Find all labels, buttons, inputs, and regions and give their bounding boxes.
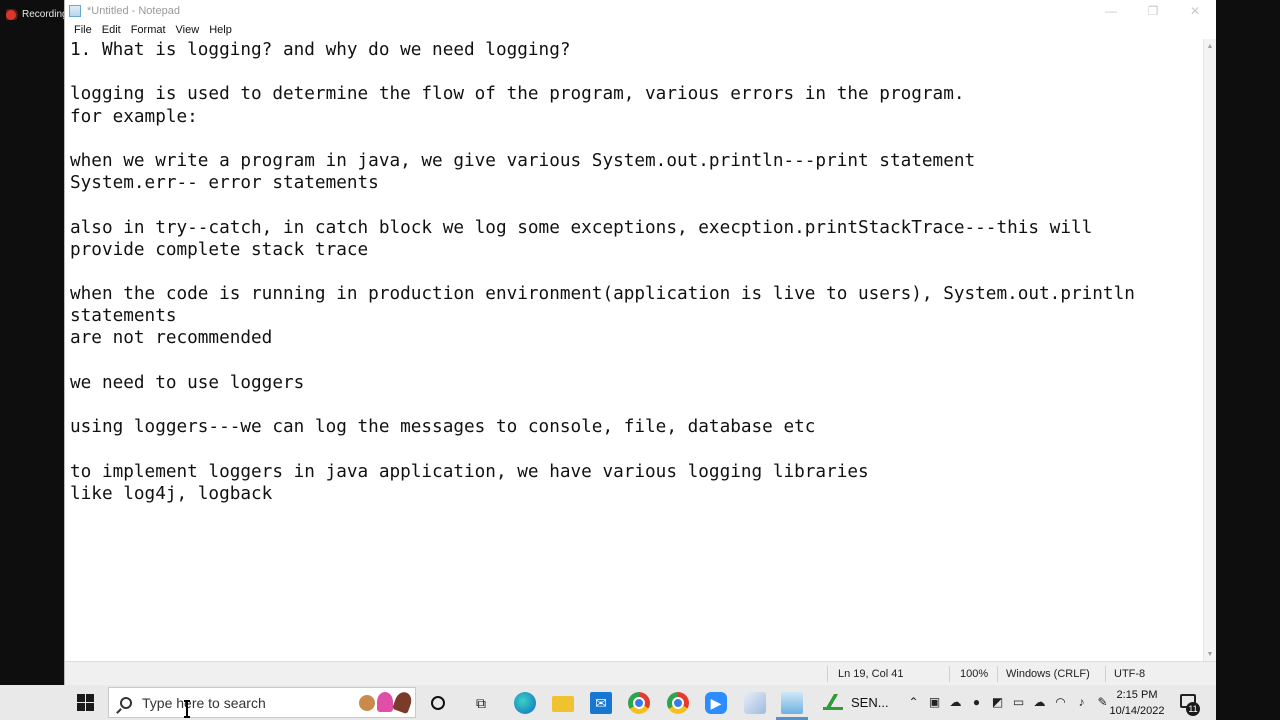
volume-icon[interactable]: ♪ [1074, 694, 1089, 709]
sensex-widget[interactable]: SEN... [823, 694, 889, 710]
edge-browser-icon[interactable] [514, 692, 536, 714]
editor-line: logging is used to determine the flow of… [70, 84, 965, 105]
editor-line: provide complete stack trace [70, 239, 369, 260]
window-controls: — ❐ ✕ [1090, 0, 1216, 21]
recording-dot-icon [6, 9, 16, 20]
task-view-icon[interactable]: ⧉ [470, 692, 492, 714]
search-highlight-icon[interactable] [359, 689, 414, 715]
status-bar: Ln 19, Col 41 100% Windows (CRLF) UTF-8 [65, 661, 1216, 685]
line-ending: Windows (CRLF) [1006, 668, 1090, 680]
editor-line: to implement loggers in java application… [70, 461, 869, 482]
cortana-icon[interactable] [431, 696, 445, 710]
editor-line: are not recommended [70, 328, 273, 349]
clock-time: 2:15 PM [1116, 689, 1158, 701]
sensex-label: SEN... [851, 694, 889, 710]
wifi-icon[interactable]: ◠ [1053, 694, 1068, 709]
editor-line: statements [70, 306, 177, 327]
cloud-sync-icon[interactable]: ☁ [1032, 694, 1047, 709]
menu-view[interactable]: View [171, 24, 205, 36]
editor-line: when the code is running in production e… [70, 284, 1135, 305]
status-divider [827, 666, 828, 682]
restore-button[interactable]: ❐ [1132, 0, 1174, 21]
minimize-button[interactable]: — [1090, 0, 1132, 21]
taskbar: Type here to search ⧉ ✉ ▶ SEN... ⌃ ▣ ☁ ●… [0, 685, 1216, 720]
device-icon[interactable]: ▣ [927, 694, 942, 709]
vertical-scrollbar[interactable]: ▲ ▼ [1203, 39, 1216, 661]
chrome-profile-icon[interactable] [667, 692, 689, 714]
window-title: *Untitled - Notepad [87, 4, 180, 17]
editor-line: 1. What is logging? and why do we need l… [70, 40, 571, 60]
notepad-taskbar-icon[interactable] [781, 692, 803, 714]
windows-start-icon[interactable] [77, 694, 94, 711]
menu-bar: File Edit Format View Help [65, 21, 1216, 39]
encoding: UTF-8 [1114, 668, 1146, 680]
cursor-position: Ln 19, Col 41 [838, 668, 904, 680]
notification-badge: 11 [1186, 702, 1200, 716]
notepad-app-icon[interactable] [69, 4, 81, 17]
recording-indicator[interactable]: Recording [6, 9, 64, 20]
notepad-window: *Untitled - Notepad — ❐ ✕ File Edit Form… [64, 0, 1216, 685]
paint-icon[interactable] [744, 692, 766, 714]
menu-edit[interactable]: Edit [97, 24, 126, 36]
taskbar-search[interactable]: Type here to search [108, 687, 416, 718]
recording-label: Recording [22, 9, 64, 20]
microphone-icon[interactable]: ● [969, 694, 984, 709]
text-editor[interactable]: 1. What is logging? and why do we need l… [65, 39, 1204, 661]
zoom-level: 100% [960, 668, 989, 680]
stock-chart-icon [823, 694, 843, 710]
chrome-icon[interactable] [628, 692, 650, 714]
menu-format[interactable]: Format [126, 24, 171, 36]
cloud-icon[interactable]: ☁ [948, 694, 963, 709]
file-explorer-icon[interactable] [552, 696, 574, 712]
menu-file[interactable]: File [69, 24, 97, 36]
search-icon [120, 696, 132, 709]
editor-line: for example: [70, 106, 198, 127]
screen-capture-icon[interactable]: ◩ [990, 694, 1005, 709]
zoom-icon[interactable]: ▶ [705, 692, 727, 714]
clock-date: 10/14/2022 [1109, 705, 1165, 717]
title-bar[interactable]: *Untitled - Notepad — ❐ ✕ [65, 0, 1216, 21]
taskbar-clock[interactable]: 2:15 PM 10/14/2022 [1100, 687, 1174, 719]
search-placeholder: Type here to search [142, 694, 266, 711]
editor-line: also in try--catch, in catch block we lo… [70, 217, 1093, 238]
system-tray: ⌃ ▣ ☁ ● ◩ ▭ ☁ ◠ ♪ ✎ [906, 694, 1110, 709]
scroll-down-icon[interactable]: ▼ [1204, 648, 1216, 660]
status-divider [997, 666, 998, 682]
monitor-icon[interactable]: ▭ [1011, 694, 1026, 709]
editor-line: when we write a program in java, we give… [70, 150, 976, 171]
editor-line: System.err-- error statements [70, 173, 379, 194]
mail-icon[interactable]: ✉ [590, 692, 612, 714]
editor-line: we need to use loggers [70, 372, 305, 393]
chevron-up-icon[interactable]: ⌃ [906, 694, 921, 709]
mouse-cursor-icon [184, 700, 190, 718]
close-button[interactable]: ✕ [1174, 0, 1216, 21]
scroll-up-icon[interactable]: ▲ [1204, 40, 1216, 52]
menu-help[interactable]: Help [204, 24, 237, 36]
editor-line: using loggers---we can log the messages … [70, 417, 816, 438]
status-divider [1105, 666, 1106, 682]
editor-line: like log4j, logback [70, 483, 273, 504]
status-divider [949, 666, 950, 682]
editor-content: 1. What is logging? and why do we need l… [70, 39, 1135, 505]
